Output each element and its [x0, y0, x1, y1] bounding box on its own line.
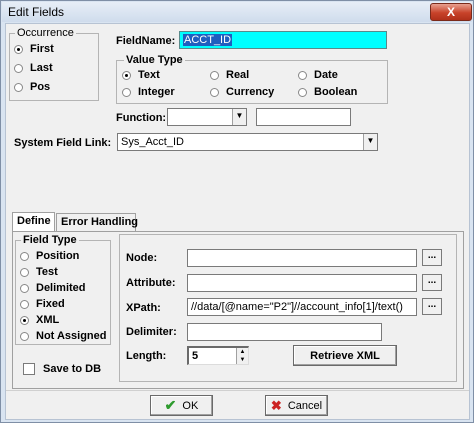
field-type-delimited-label: Delimited	[36, 282, 86, 294]
value-type-text-radio[interactable]: Text	[122, 69, 160, 81]
delimiter-input[interactable]	[187, 323, 382, 341]
xpath-value: //data/[@name="P2"]//account_info[1]/tex…	[191, 301, 403, 313]
radio-icon	[122, 87, 131, 97]
title-bar[interactable]: Edit Fields X	[2, 2, 472, 22]
xpath-label: XPath:	[126, 302, 161, 314]
radio-selected-icon	[20, 315, 29, 325]
value-type-date-radio[interactable]: Date	[298, 69, 338, 81]
cross-icon: ✖	[270, 397, 282, 413]
ok-button-label: OK	[182, 399, 199, 412]
occurrence-first-label: First	[30, 43, 54, 55]
retrieve-xml-button[interactable]: Retrieve XML	[293, 345, 397, 366]
dialog-client-area: Occurrence First Last Pos FieldName: ACC…	[5, 23, 470, 420]
value-type-currency-label: Currency	[226, 86, 275, 98]
attribute-browse-button[interactable]: ...	[422, 274, 442, 291]
cancel-button[interactable]: ✖ Cancel	[265, 395, 328, 416]
checkbox-icon	[23, 363, 35, 375]
node-input[interactable]	[187, 249, 417, 267]
define-tab-panel: Field Type Position Test Delimited Fixed…	[12, 231, 464, 389]
field-type-fixed-label: Fixed	[36, 298, 65, 310]
field-type-test-label: Test	[36, 266, 58, 278]
node-label: Node:	[126, 252, 158, 264]
field-type-test-radio[interactable]: Test	[20, 266, 58, 278]
radio-icon	[298, 87, 307, 97]
value-type-integer-radio[interactable]: Integer	[122, 86, 175, 98]
occurrence-legend: Occurrence	[15, 27, 76, 39]
value-type-integer-label: Integer	[138, 86, 175, 98]
delimiter-label: Delimiter:	[126, 326, 177, 338]
radio-icon	[298, 70, 307, 80]
checkmark-icon: ✔	[164, 397, 177, 413]
radio-icon	[20, 299, 29, 309]
radio-icon	[20, 283, 29, 293]
xpath-input[interactable]: //data/[@name="P2"]//account_info[1]/tex…	[187, 298, 417, 316]
xpath-browse-button[interactable]: ...	[422, 298, 442, 315]
tab-define[interactable]: Define	[12, 212, 55, 232]
dialog-footer: ✔ OK ✖ Cancel	[6, 390, 469, 419]
fieldname-label: FieldName:	[116, 35, 176, 47]
radio-selected-icon	[14, 44, 23, 54]
value-type-date-label: Date	[314, 69, 338, 81]
length-label: Length:	[126, 350, 167, 362]
node-browse-button[interactable]: ...	[422, 249, 442, 266]
field-type-not-assigned-label: Not Assigned	[36, 330, 107, 342]
ok-button[interactable]: ✔ OK	[150, 395, 213, 416]
value-type-legend: Value Type	[124, 54, 185, 66]
radio-icon	[20, 251, 29, 261]
field-type-fixed-radio[interactable]: Fixed	[20, 298, 65, 310]
attribute-input[interactable]	[187, 274, 417, 292]
chevron-down-icon[interactable]: ▼	[232, 109, 246, 125]
field-type-xml-radio[interactable]: XML	[20, 314, 59, 326]
value-type-real-label: Real	[226, 69, 250, 81]
radio-icon	[20, 331, 29, 341]
radio-icon	[14, 82, 23, 92]
field-type-legend: Field Type	[21, 234, 79, 246]
value-type-text-label: Text	[138, 69, 160, 81]
length-stepper[interactable]: 5 ▲ ▼	[187, 346, 249, 365]
radio-icon	[210, 87, 219, 97]
cancel-button-label: Cancel	[287, 399, 323, 412]
radio-icon	[20, 267, 29, 277]
fieldname-value: ACCT_ID	[183, 34, 233, 46]
value-type-boolean-radio[interactable]: Boolean	[298, 86, 357, 98]
save-to-db-label: Save to DB	[43, 363, 102, 375]
value-type-real-radio[interactable]: Real	[210, 69, 249, 81]
function-label: Function:	[116, 112, 167, 124]
attribute-label: Attribute:	[126, 277, 176, 289]
function-extra-input[interactable]	[256, 108, 351, 126]
fieldname-input[interactable]: ACCT_ID	[179, 31, 387, 49]
radio-icon	[14, 63, 23, 73]
system-field-link-value: Sys_Acct_ID	[121, 136, 184, 148]
field-type-position-radio[interactable]: Position	[20, 250, 79, 262]
length-value: 5	[192, 350, 199, 362]
radio-selected-icon	[122, 70, 131, 80]
system-field-link-label: System Field Link:	[14, 137, 112, 149]
value-type-currency-radio[interactable]: Currency	[210, 86, 274, 98]
value-type-boolean-label: Boolean	[314, 86, 358, 98]
occurrence-first-radio[interactable]: First	[14, 43, 54, 55]
spin-arrows-icon[interactable]: ▲ ▼	[236, 348, 248, 364]
chevron-down-icon[interactable]: ▼	[363, 134, 377, 150]
tab-error-handling[interactable]: Error Handling	[56, 213, 138, 232]
field-type-xml-label: XML	[36, 314, 60, 326]
field-type-position-label: Position	[36, 250, 80, 262]
close-button[interactable]: X	[430, 3, 472, 21]
field-type-delimited-radio[interactable]: Delimited	[20, 282, 86, 294]
function-select[interactable]: ▼	[167, 108, 247, 126]
save-to-db-checkbox[interactable]: Save to DB	[23, 363, 101, 375]
field-type-not-assigned-radio[interactable]: Not Assigned	[20, 330, 107, 342]
edit-fields-window: Edit Fields X Occurrence First Last Pos …	[0, 0, 474, 423]
radio-icon	[210, 70, 219, 80]
occurrence-last-radio[interactable]: Last	[14, 62, 53, 74]
occurrence-pos-label: Pos	[30, 81, 51, 93]
occurrence-pos-radio[interactable]: Pos	[14, 81, 50, 93]
system-field-link-select[interactable]: Sys_Acct_ID ▼	[117, 133, 378, 151]
occurrence-last-label: Last	[30, 62, 53, 74]
window-title: Edit Fields	[8, 5, 65, 19]
